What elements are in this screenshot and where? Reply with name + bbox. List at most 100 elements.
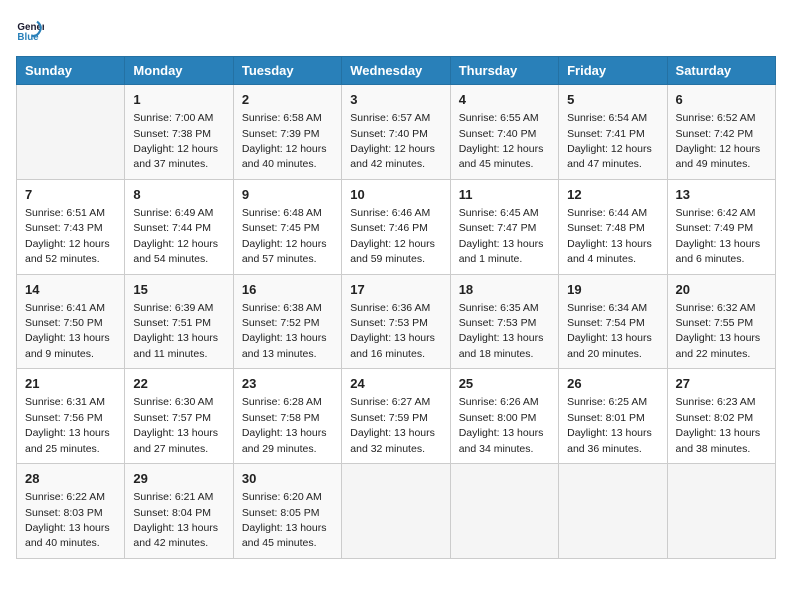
- logo: General Blue: [16, 16, 48, 44]
- day-detail: Sunrise: 6:21 AMSunset: 8:04 PMDaylight:…: [133, 491, 218, 549]
- svg-text:Blue: Blue: [17, 32, 39, 43]
- day-number: 12: [567, 186, 658, 204]
- day-detail: Sunrise: 6:31 AMSunset: 7:56 PMDaylight:…: [25, 396, 110, 454]
- calendar-cell: 14 Sunrise: 6:41 AMSunset: 7:50 PMDayligh…: [17, 274, 125, 369]
- calendar-cell: 1 Sunrise: 7:00 AMSunset: 7:38 PMDaylight…: [125, 85, 233, 180]
- calendar-cell: 10Sunrise: 6:46 AMSunset: 7:46 PMDayligh…: [342, 179, 450, 274]
- day-detail: Sunrise: 6:42 AMSunset: 7:49 PMDaylight:…: [676, 207, 761, 265]
- day-header-sunday: Sunday: [17, 57, 125, 85]
- calendar-cell: 4 Sunrise: 6:55 AMSunset: 7:40 PMDaylight…: [450, 85, 558, 180]
- day-number: 24: [350, 375, 441, 393]
- calendar-cell: 9 Sunrise: 6:48 AMSunset: 7:45 PMDaylight…: [233, 179, 341, 274]
- day-detail: Sunrise: 6:44 AMSunset: 7:48 PMDaylight:…: [567, 207, 652, 265]
- week-row-1: 1 Sunrise: 7:00 AMSunset: 7:38 PMDaylight…: [17, 85, 776, 180]
- day-number: 18: [459, 281, 550, 299]
- day-number: 16: [242, 281, 333, 299]
- day-number: 6: [676, 91, 767, 109]
- calendar-cell: 6 Sunrise: 6:52 AMSunset: 7:42 PMDaylight…: [667, 85, 775, 180]
- day-number: 20: [676, 281, 767, 299]
- day-detail: Sunrise: 6:55 AMSunset: 7:40 PMDaylight:…: [459, 112, 544, 170]
- day-detail: Sunrise: 6:22 AMSunset: 8:03 PMDaylight:…: [25, 491, 110, 549]
- day-number: 29: [133, 470, 224, 488]
- day-header-saturday: Saturday: [667, 57, 775, 85]
- week-row-2: 7 Sunrise: 6:51 AMSunset: 7:43 PMDaylight…: [17, 179, 776, 274]
- calendar-cell: 11 Sunrise: 6:45 AMSunset: 7:47 PMDayligh…: [450, 179, 558, 274]
- day-number: 2: [242, 91, 333, 109]
- day-detail: Sunrise: 6:46 AMSunset: 7:46 PMDaylight:…: [350, 207, 435, 265]
- calendar-cell: 2 Sunrise: 6:58 AMSunset: 7:39 PMDaylight…: [233, 85, 341, 180]
- calendar-cell: [17, 85, 125, 180]
- day-detail: Sunrise: 6:38 AMSunset: 7:52 PMDaylight:…: [242, 302, 327, 360]
- week-row-3: 14 Sunrise: 6:41 AMSunset: 7:50 PMDayligh…: [17, 274, 776, 369]
- day-number: 7: [25, 186, 116, 204]
- calendar-cell: 15 Sunrise: 6:39 AMSunset: 7:51 PMDayligh…: [125, 274, 233, 369]
- calendar-cell: 24 Sunrise: 6:27 AMSunset: 7:59 PMDayligh…: [342, 369, 450, 464]
- day-number: 22: [133, 375, 224, 393]
- calendar-cell: 28 Sunrise: 6:22 AMSunset: 8:03 PMDayligh…: [17, 464, 125, 559]
- day-number: 14: [25, 281, 116, 299]
- day-number: 5: [567, 91, 658, 109]
- day-detail: Sunrise: 6:32 AMSunset: 7:55 PMDaylight:…: [676, 302, 761, 360]
- day-detail: Sunrise: 7:00 AMSunset: 7:38 PMDaylight:…: [133, 112, 218, 170]
- day-detail: Sunrise: 6:36 AMSunset: 7:53 PMDaylight:…: [350, 302, 435, 360]
- calendar-cell: 16 Sunrise: 6:38 AMSunset: 7:52 PMDayligh…: [233, 274, 341, 369]
- calendar-cell: 17 Sunrise: 6:36 AMSunset: 7:53 PMDayligh…: [342, 274, 450, 369]
- day-detail: Sunrise: 6:39 AMSunset: 7:51 PMDaylight:…: [133, 302, 218, 360]
- week-row-4: 21Sunrise: 6:31 AMSunset: 7:56 PMDayligh…: [17, 369, 776, 464]
- calendar-cell: [342, 464, 450, 559]
- day-detail: Sunrise: 6:58 AMSunset: 7:39 PMDaylight:…: [242, 112, 327, 170]
- calendar-cell: 13 Sunrise: 6:42 AMSunset: 7:49 PMDayligh…: [667, 179, 775, 274]
- day-header-thursday: Thursday: [450, 57, 558, 85]
- day-detail: Sunrise: 6:20 AMSunset: 8:05 PMDaylight:…: [242, 491, 327, 549]
- day-number: 13: [676, 186, 767, 204]
- day-number: 27: [676, 375, 767, 393]
- calendar-cell: [667, 464, 775, 559]
- day-number: 8: [133, 186, 224, 204]
- day-header-wednesday: Wednesday: [342, 57, 450, 85]
- calendar-table: SundayMondayTuesdayWednesdayThursdayFrid…: [16, 56, 776, 559]
- day-number: 17: [350, 281, 441, 299]
- day-detail: Sunrise: 6:25 AMSunset: 8:01 PMDaylight:…: [567, 396, 652, 454]
- calendar-cell: 3Sunrise: 6:57 AMSunset: 7:40 PMDaylight…: [342, 85, 450, 180]
- logo-icon: General Blue: [16, 16, 44, 44]
- day-number: 1: [133, 91, 224, 109]
- calendar-cell: 20 Sunrise: 6:32 AMSunset: 7:55 PMDayligh…: [667, 274, 775, 369]
- day-number: 26: [567, 375, 658, 393]
- calendar-cell: [450, 464, 558, 559]
- day-header-friday: Friday: [559, 57, 667, 85]
- day-number: 19: [567, 281, 658, 299]
- day-number: 30: [242, 470, 333, 488]
- week-row-5: 28 Sunrise: 6:22 AMSunset: 8:03 PMDayligh…: [17, 464, 776, 559]
- calendar-cell: [559, 464, 667, 559]
- day-detail: Sunrise: 6:27 AMSunset: 7:59 PMDaylight:…: [350, 396, 435, 454]
- day-detail: Sunrise: 6:23 AMSunset: 8:02 PMDaylight:…: [676, 396, 761, 454]
- day-detail: Sunrise: 6:49 AMSunset: 7:44 PMDaylight:…: [133, 207, 218, 265]
- day-detail: Sunrise: 6:45 AMSunset: 7:47 PMDaylight:…: [459, 207, 544, 265]
- day-header-tuesday: Tuesday: [233, 57, 341, 85]
- day-header-monday: Monday: [125, 57, 233, 85]
- calendar-cell: 25Sunrise: 6:26 AMSunset: 8:00 PMDayligh…: [450, 369, 558, 464]
- day-detail: Sunrise: 6:34 AMSunset: 7:54 PMDaylight:…: [567, 302, 652, 360]
- calendar-cell: 27 Sunrise: 6:23 AMSunset: 8:02 PMDayligh…: [667, 369, 775, 464]
- day-number: 11: [459, 186, 550, 204]
- day-detail: Sunrise: 6:52 AMSunset: 7:42 PMDaylight:…: [676, 112, 761, 170]
- day-detail: Sunrise: 6:48 AMSunset: 7:45 PMDaylight:…: [242, 207, 327, 265]
- day-detail: Sunrise: 6:54 AMSunset: 7:41 PMDaylight:…: [567, 112, 652, 170]
- calendar-cell: 7 Sunrise: 6:51 AMSunset: 7:43 PMDaylight…: [17, 179, 125, 274]
- calendar-cell: 19 Sunrise: 6:34 AMSunset: 7:54 PMDayligh…: [559, 274, 667, 369]
- day-number: 15: [133, 281, 224, 299]
- day-number: 28: [25, 470, 116, 488]
- day-detail: Sunrise: 6:28 AMSunset: 7:58 PMDaylight:…: [242, 396, 327, 454]
- day-detail: Sunrise: 6:41 AMSunset: 7:50 PMDaylight:…: [25, 302, 110, 360]
- day-number: 4: [459, 91, 550, 109]
- calendar-cell: 18 Sunrise: 6:35 AMSunset: 7:53 PMDayligh…: [450, 274, 558, 369]
- day-number: 9: [242, 186, 333, 204]
- day-detail: Sunrise: 6:35 AMSunset: 7:53 PMDaylight:…: [459, 302, 544, 360]
- day-number: 23: [242, 375, 333, 393]
- calendar-cell: 29 Sunrise: 6:21 AMSunset: 8:04 PMDayligh…: [125, 464, 233, 559]
- day-detail: Sunrise: 6:51 AMSunset: 7:43 PMDaylight:…: [25, 207, 110, 265]
- calendar-cell: 22Sunrise: 6:30 AMSunset: 7:57 PMDayligh…: [125, 369, 233, 464]
- calendar-cell: 30 Sunrise: 6:20 AMSunset: 8:05 PMDayligh…: [233, 464, 341, 559]
- calendar-header-row: SundayMondayTuesdayWednesdayThursdayFrid…: [17, 57, 776, 85]
- day-number: 25: [459, 375, 550, 393]
